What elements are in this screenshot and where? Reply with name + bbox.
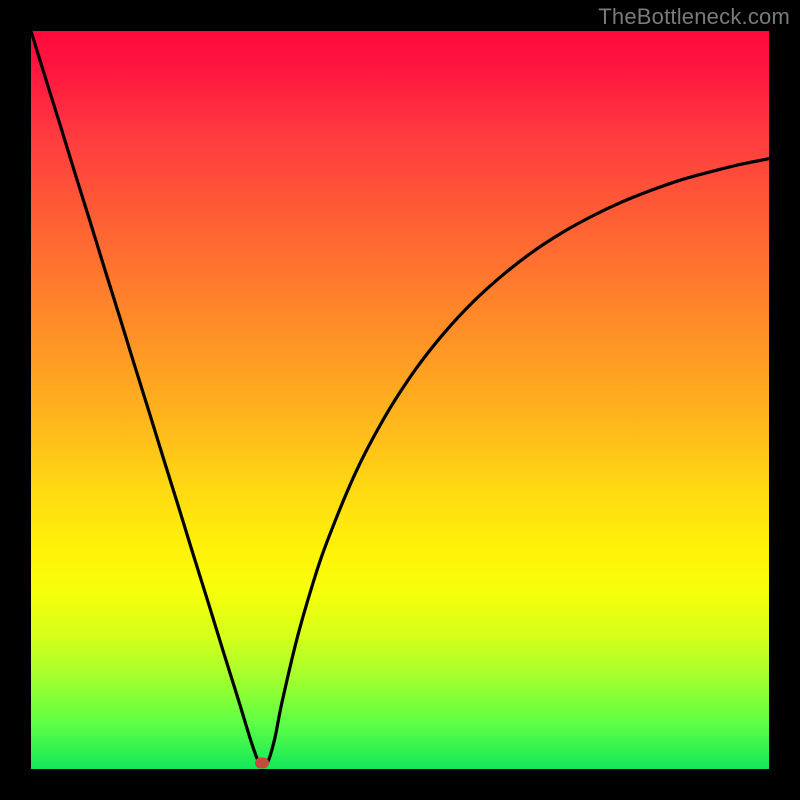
plot-area [31, 31, 769, 769]
optimum-marker [255, 758, 269, 769]
curve-path [31, 31, 769, 766]
watermark-text: TheBottleneck.com [598, 4, 790, 30]
chart-frame: TheBottleneck.com [0, 0, 800, 800]
bottleneck-curve [31, 31, 769, 769]
